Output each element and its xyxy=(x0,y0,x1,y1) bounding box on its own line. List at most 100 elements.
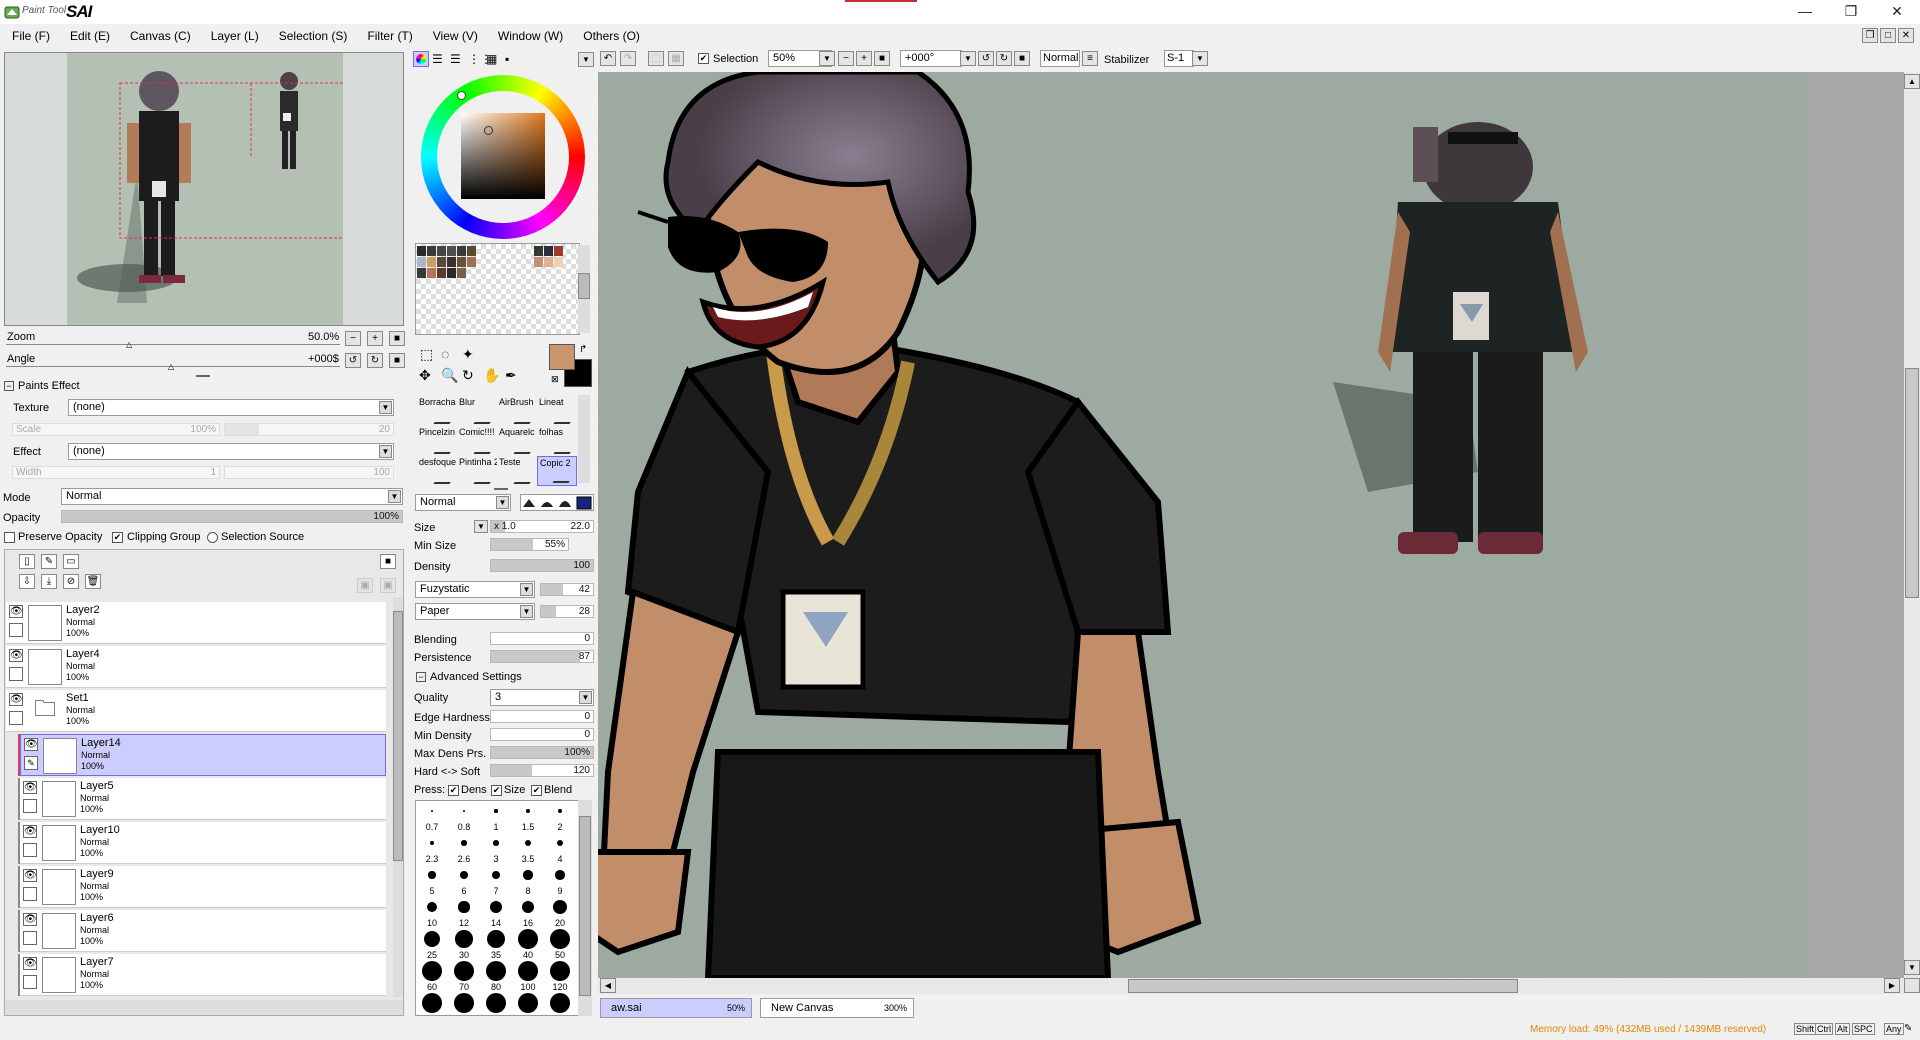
brush-size-dot[interactable] xyxy=(486,961,506,981)
layer-row[interactable]: 👁 Layer9 Normal 100% xyxy=(20,866,386,908)
color-swatch[interactable] xyxy=(467,257,476,267)
navigator-preview[interactable] xyxy=(4,52,404,326)
eye-icon[interactable]: 👁 xyxy=(23,825,37,838)
brush-size-dot[interactable] xyxy=(455,930,473,948)
color-swatch[interactable] xyxy=(437,268,446,278)
menu-filter[interactable]: Filter (T) xyxy=(355,26,420,43)
size-slider[interactable]: x 1.0 22.0 xyxy=(490,520,594,533)
color-swatch[interactable] xyxy=(447,257,456,267)
layer-mode-select[interactable]: Normal ▼ xyxy=(61,488,403,505)
menu-file[interactable]: File (F) xyxy=(0,26,58,43)
preserve-opacity-checkbox[interactable] xyxy=(4,532,15,543)
canvas-angle-select[interactable]: +000° xyxy=(900,50,962,67)
color-swatch[interactable] xyxy=(457,246,466,256)
scratchpad-tab[interactable]: ▪ xyxy=(505,52,509,66)
scroll-right-icon[interactable]: ▶ xyxy=(1884,978,1900,993)
brush-size-dot[interactable] xyxy=(461,840,467,846)
layer-panel-menu-icon[interactable]: ■ xyxy=(380,554,396,569)
canvas-zoom-out[interactable]: − xyxy=(838,51,854,66)
angle-slider-thumb[interactable]: △ xyxy=(168,362,174,371)
color-panel-menu[interactable]: ▼ xyxy=(578,52,594,67)
move-icon[interactable]: ✥ xyxy=(419,367,431,384)
color-swatch[interactable] xyxy=(467,246,476,256)
quality-select[interactable]: 3 ▼ xyxy=(490,689,594,706)
brush-tool[interactable]: Comic!!!! xyxy=(457,426,497,456)
brush-tool[interactable]: desfoque xyxy=(417,456,457,486)
undo-icon[interactable]: ↶ xyxy=(600,51,616,66)
eye-icon[interactable]: 👁 xyxy=(9,693,23,706)
color-swatch[interactable] xyxy=(427,257,436,267)
collapse-icon[interactable]: − xyxy=(4,381,14,391)
size-scrollbar-thumb[interactable] xyxy=(579,816,591,996)
new-folder-icon[interactable]: ▭ xyxy=(63,554,79,569)
canvas-hscrollbar-thumb[interactable] xyxy=(1128,979,1518,993)
tool-splitter[interactable] xyxy=(494,488,508,490)
layer-row[interactable]: 👁 Layer2 Normal 100% xyxy=(6,602,386,644)
brush-size-dot[interactable] xyxy=(422,961,442,981)
menu-restore-button[interactable]: ❐ xyxy=(1862,28,1878,43)
brush-tool[interactable]: folhas xyxy=(537,426,577,456)
menu-edit[interactable]: Edit (E) xyxy=(58,26,118,43)
layer-hscrollbar[interactable] xyxy=(5,1000,403,1015)
primary-color-swatch[interactable] xyxy=(549,344,575,370)
color-swatch[interactable] xyxy=(417,246,426,256)
tool-scrollbar[interactable] xyxy=(578,395,590,483)
scale-slider-2[interactable]: 20 xyxy=(224,423,394,436)
layer-scrollbar-thumb[interactable] xyxy=(393,611,403,861)
color-swatch[interactable] xyxy=(534,257,543,267)
zoom-in-button[interactable]: + xyxy=(367,331,383,346)
color-swatch[interactable] xyxy=(457,268,466,278)
menu-maximize-button[interactable]: □ xyxy=(1880,28,1896,43)
scroll-down-icon[interactable]: ▼ xyxy=(1904,960,1920,975)
color-swatch[interactable] xyxy=(417,268,426,278)
brush-size-dot[interactable] xyxy=(523,870,533,880)
lasso-icon[interactable]: ◌ xyxy=(441,346,449,362)
menu-window[interactable]: Window (W) xyxy=(486,26,571,43)
color-swatch[interactable] xyxy=(554,246,563,256)
rotate-reset-button[interactable]: ■ xyxy=(389,353,405,368)
brush-size-dot[interactable] xyxy=(494,809,498,813)
color-swatch[interactable] xyxy=(554,257,563,267)
canvas-viewport[interactable] xyxy=(598,72,1904,978)
rotate-tool-icon[interactable]: ↻ xyxy=(462,367,474,384)
brush-size-dot[interactable] xyxy=(454,993,474,1013)
color-swatch[interactable] xyxy=(417,257,426,267)
lock-icon[interactable] xyxy=(9,667,23,681)
deselect-icon[interactable]: ⬚ xyxy=(648,51,664,66)
chevron-down-icon[interactable]: ▼ xyxy=(960,51,976,66)
merge-down-icon[interactable]: ⤓ xyxy=(41,574,57,589)
selection-source-radio[interactable] xyxy=(207,532,218,543)
hue-picker-cursor[interactable] xyxy=(457,91,466,100)
brush-shape-buttons[interactable] xyxy=(520,494,594,511)
swatch-scrollbar[interactable] xyxy=(578,245,590,333)
hand-tool-icon[interactable]: ✋ xyxy=(483,367,500,384)
press-dens-checkbox[interactable]: ✔ xyxy=(448,785,459,796)
brush-size-dot[interactable] xyxy=(462,809,466,813)
eye-icon[interactable]: 👁 xyxy=(9,605,23,618)
layer-row[interactable]: 👁 Layer5 Normal 100% xyxy=(20,778,386,820)
restore-button[interactable]: ❐ xyxy=(1828,0,1874,22)
brush-tool[interactable]: Borracha xyxy=(417,396,457,426)
canvas-zoom-in[interactable]: + xyxy=(856,51,872,66)
menu-canvas[interactable]: Canvas (C) xyxy=(118,26,199,43)
lock-icon[interactable] xyxy=(23,887,37,901)
rotate-left-button[interactable]: ↺ xyxy=(345,353,361,368)
saturation-value-box[interactable] xyxy=(461,113,545,199)
flip-icon[interactable]: ≡ xyxy=(1082,51,1098,66)
brush-size-dot[interactable] xyxy=(428,871,436,879)
brush-size-dot[interactable] xyxy=(458,901,470,913)
layer-row[interactable]: 👁 ✎ Layer14 Normal 100% xyxy=(20,734,386,776)
brush-size-dot[interactable] xyxy=(426,901,438,913)
zoom-slider[interactable] xyxy=(6,344,340,345)
color-swatch[interactable] xyxy=(447,268,456,278)
eyedropper-icon[interactable]: ✒ xyxy=(505,367,517,384)
sv-picker-cursor[interactable] xyxy=(484,126,493,135)
color-swatch[interactable] xyxy=(447,246,456,256)
layer-opacity-slider[interactable]: 100% xyxy=(61,510,403,523)
layer-row[interactable]: 👁 Layer6 Normal 100% xyxy=(20,910,386,952)
brush-size-dot[interactable] xyxy=(557,808,563,814)
press-blend-checkbox[interactable]: ✔ xyxy=(531,785,542,796)
lock-icon[interactable] xyxy=(23,799,37,813)
eye-icon[interactable]: 👁 xyxy=(23,869,37,882)
rect-select-icon[interactable]: ⬚ xyxy=(420,346,433,363)
